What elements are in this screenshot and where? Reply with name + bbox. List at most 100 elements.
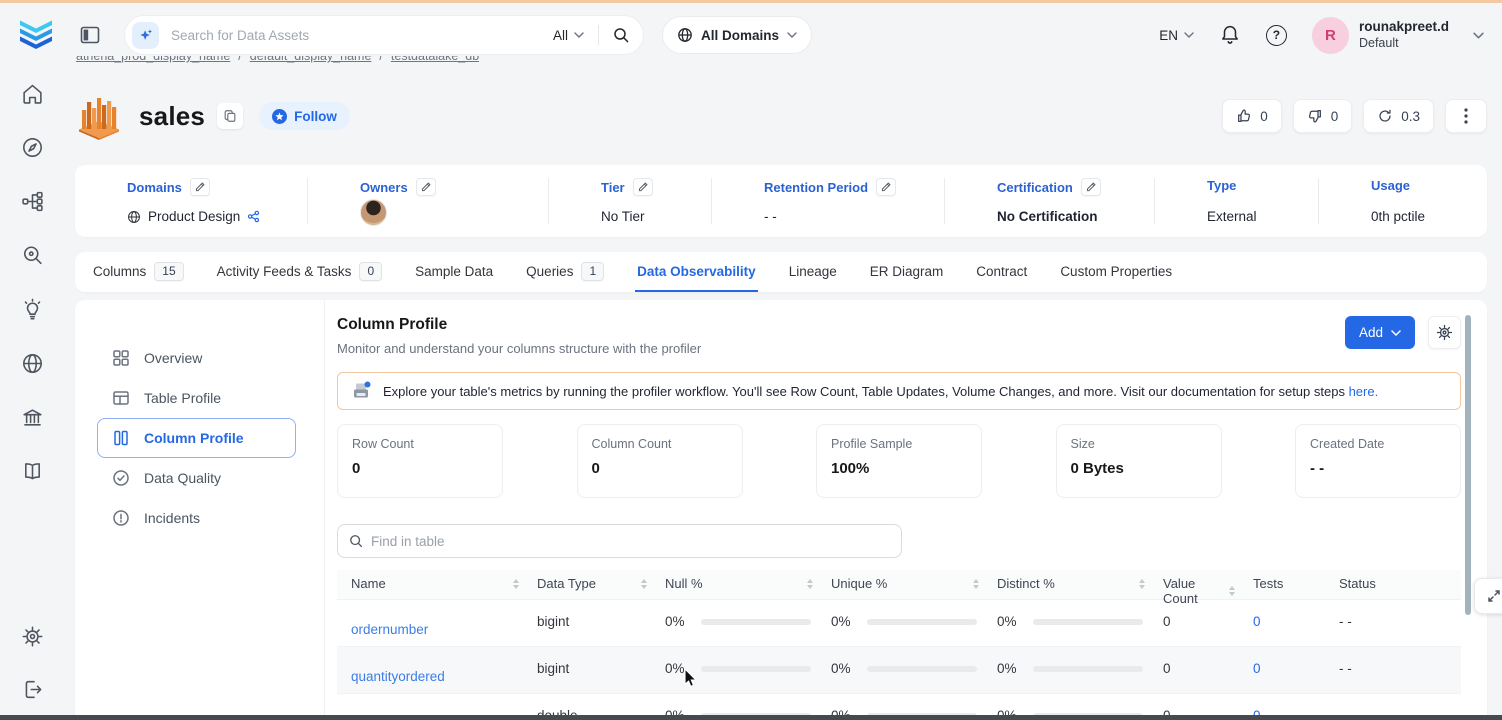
tab-contract[interactable]: Contract	[974, 252, 1029, 292]
search-icon	[349, 534, 363, 548]
glossary-book-icon[interactable]	[21, 460, 44, 483]
col-header-distinct-pct[interactable]: Distinct %	[997, 570, 1163, 591]
tab-lineage[interactable]: Lineage	[787, 252, 839, 292]
tab-columns[interactable]: Columns15	[91, 252, 186, 292]
version-button[interactable]: 0.3	[1363, 99, 1434, 133]
null-pct-cell: 0%	[665, 600, 831, 629]
null-pct-cell: 0%	[665, 647, 831, 676]
nav-item-overview[interactable]: Overview	[97, 338, 296, 378]
find-in-table-input[interactable]	[371, 534, 890, 549]
logout-icon[interactable]	[21, 678, 44, 701]
profiler-workflow-icon	[350, 380, 372, 402]
tests-link[interactable]: 0	[1253, 600, 1339, 629]
metadata-type: Type External	[1154, 178, 1318, 224]
copy-name-button[interactable]	[217, 103, 243, 129]
breadcrumb-item[interactable]: default_display_name	[250, 56, 372, 63]
breadcrumb-item[interactable]: testdatalake_db	[391, 56, 479, 63]
sort-icon[interactable]	[513, 579, 519, 589]
domains-globe-icon[interactable]	[21, 352, 44, 375]
column-profile-content: Column Profile Monitor and understand yo…	[325, 300, 1487, 720]
value-count-cell: 0	[1163, 647, 1253, 676]
tests-link[interactable]: 0	[1253, 647, 1339, 676]
edit-domains-button[interactable]	[190, 178, 210, 196]
home-icon[interactable]	[21, 82, 44, 105]
nav-item-table-profile[interactable]: Table Profile	[97, 378, 296, 418]
data-observability-panel: Overview Table Profile Column Profile Da…	[75, 300, 1487, 720]
observability-search-icon[interactable]	[21, 244, 44, 267]
loading-bar	[0, 0, 1502, 3]
col-header-unique-pct[interactable]: Unique %	[831, 570, 997, 591]
column-name-link[interactable]	[337, 694, 537, 716]
table-icon	[112, 389, 130, 407]
edit-certification-button[interactable]	[1081, 178, 1101, 196]
user-menu[interactable]: R rounakpreet.d Default	[1312, 17, 1484, 54]
settings-gear-icon[interactable]	[21, 625, 44, 648]
sort-icon[interactable]	[807, 579, 813, 589]
section-subtitle: Monitor and understand your columns stru…	[337, 341, 701, 356]
add-button[interactable]: Add	[1345, 316, 1415, 349]
tab-sample-data[interactable]: Sample Data	[413, 252, 495, 292]
col-header-name[interactable]: Name	[337, 570, 537, 591]
nav-item-data-quality[interactable]: Data Quality	[97, 458, 296, 498]
upvote-button[interactable]: 0	[1222, 99, 1282, 133]
col-header-data-type[interactable]: Data Type	[537, 570, 665, 591]
table-header-row: Name Data Type Null % Unique % Distinct …	[337, 570, 1461, 600]
check-circle-icon	[112, 469, 130, 487]
all-domains-dropdown[interactable]: All Domains	[662, 16, 812, 54]
app-logo-icon[interactable]	[18, 18, 54, 52]
sort-icon[interactable]	[1229, 586, 1235, 596]
column-name-link[interactable]: ordernumber	[337, 600, 537, 637]
follow-button[interactable]: Follow	[259, 102, 350, 130]
edit-owners-button[interactable]	[416, 178, 436, 196]
insights-lightbulb-icon[interactable]	[21, 298, 44, 321]
tab-queries[interactable]: Queries1	[524, 252, 606, 292]
progress-track	[867, 619, 977, 625]
domain-link-icon[interactable]	[247, 210, 260, 223]
progress-track	[701, 619, 811, 625]
nav-item-column-profile[interactable]: Column Profile	[97, 418, 296, 458]
lineage-network-icon[interactable]	[21, 190, 44, 213]
tab-custom-properties[interactable]: Custom Properties	[1058, 252, 1174, 292]
language-dropdown[interactable]: EN	[1159, 28, 1194, 43]
sort-icon[interactable]	[641, 579, 647, 589]
global-search-bar[interactable]: All	[124, 15, 644, 55]
explore-compass-icon[interactable]	[21, 136, 44, 159]
govern-bank-icon[interactable]	[21, 406, 44, 429]
notifications-bell-icon[interactable]	[1219, 24, 1241, 46]
sidebar-toggle-icon[interactable]	[80, 25, 100, 45]
tab-activity-feeds[interactable]: Activity Feeds & Tasks0	[215, 252, 384, 292]
breadcrumb-separator: /	[238, 56, 241, 63]
stat-card-profile-sample: Profile Sample 100%	[816, 424, 982, 498]
ai-sparkle-icon[interactable]	[132, 22, 159, 49]
metadata-retention-period: Retention Period - -	[711, 178, 944, 224]
nav-item-incidents[interactable]: Incidents	[97, 498, 296, 538]
globe-icon	[127, 210, 141, 224]
sort-icon[interactable]	[1139, 579, 1145, 589]
breadcrumb-item[interactable]: athena_prod_display_name	[76, 56, 230, 63]
stat-card-row-count: Row Count 0	[337, 424, 503, 498]
domain-value[interactable]: Product Design	[148, 209, 240, 224]
chevron-down-icon	[787, 32, 797, 38]
profiler-settings-button[interactable]	[1428, 316, 1461, 349]
find-in-table-search[interactable]	[337, 524, 902, 558]
more-options-button[interactable]	[1445, 99, 1487, 133]
owner-avatar[interactable]	[360, 199, 387, 226]
collapse-panel-button[interactable]	[1474, 578, 1502, 614]
tab-data-observability[interactable]: Data Observability	[635, 252, 758, 292]
downvote-button[interactable]: 0	[1293, 99, 1353, 133]
sort-icon[interactable]	[973, 579, 979, 589]
banner-here-link[interactable]: here.	[1349, 384, 1379, 399]
entity-metadata-bar: Domains Product Design Owners Tier No Ti…	[75, 165, 1487, 237]
chevron-down-icon	[1391, 330, 1401, 336]
tab-er-diagram[interactable]: ER Diagram	[868, 252, 946, 292]
help-icon[interactable]: ?	[1266, 25, 1287, 46]
col-header-null-pct[interactable]: Null %	[665, 570, 831, 591]
column-name-link[interactable]: quantityordered	[337, 647, 537, 684]
search-scope-dropdown[interactable]: All	[553, 28, 584, 43]
edit-tier-button[interactable]	[633, 178, 653, 196]
panel-scrollbar[interactable]	[1465, 315, 1471, 615]
profiler-side-nav: Overview Table Profile Column Profile Da…	[75, 300, 325, 720]
search-input[interactable]	[171, 28, 553, 43]
search-icon[interactable]	[613, 27, 629, 43]
edit-retention-button[interactable]	[876, 178, 896, 196]
